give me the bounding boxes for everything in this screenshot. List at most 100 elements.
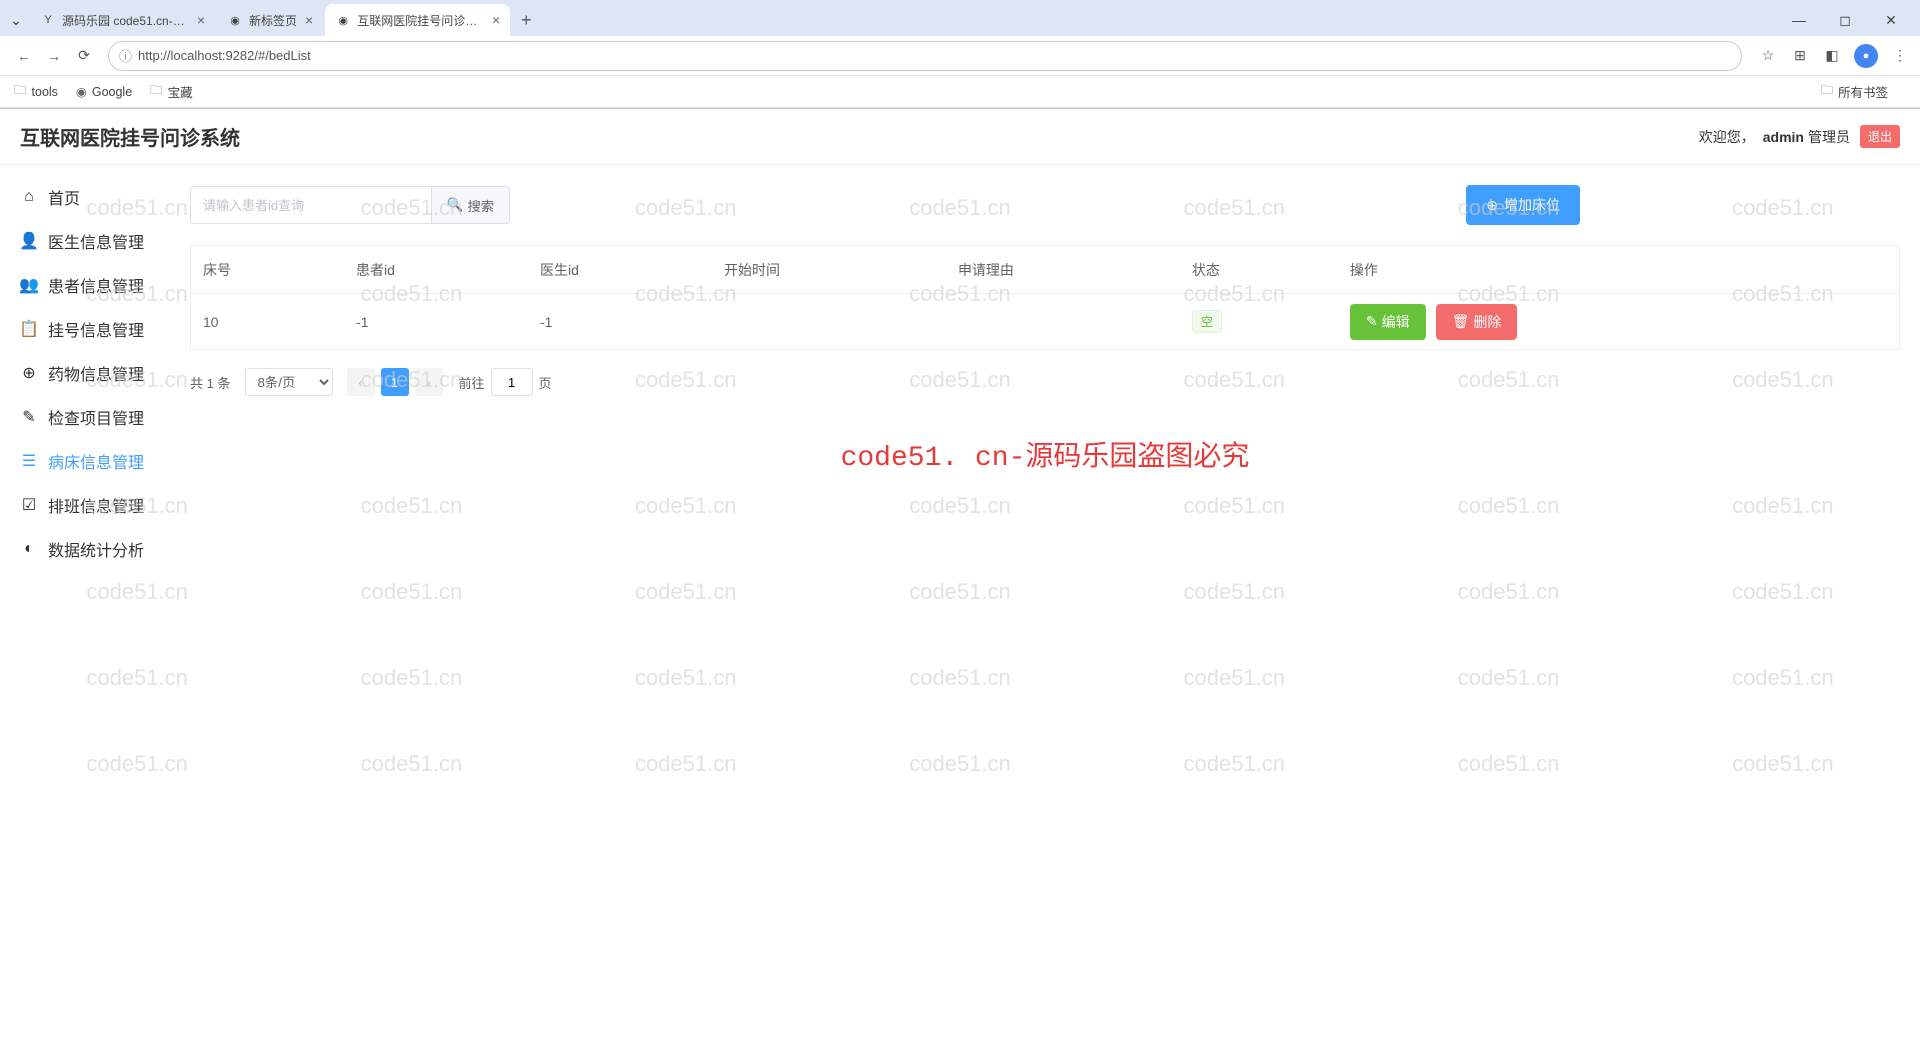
sidebar-item-schedule[interactable]: ☑排班信息管理 bbox=[0, 483, 170, 527]
profile-avatar[interactable]: ● bbox=[1854, 44, 1878, 68]
add-bed-button[interactable]: ⊕增加床位 bbox=[1466, 185, 1580, 225]
app-header: 互联网医院挂号问诊系统 欢迎您， admin 管理员 退出 bbox=[0, 109, 1920, 165]
doctor-icon: 👤 bbox=[18, 231, 40, 251]
browser-tab[interactable]: ◉ 新标签页 × bbox=[217, 4, 323, 36]
window-controls: — ◻ ✕ bbox=[1776, 4, 1914, 36]
sidebar-item-label: 首页 bbox=[48, 185, 80, 209]
next-page-button[interactable]: › bbox=[415, 368, 443, 396]
pagination: 共 1 条 8条/页 ‹ 1 › 前往 页 bbox=[190, 350, 1900, 414]
back-button[interactable]: ← bbox=[10, 42, 38, 70]
th-doctor-id: 医生id bbox=[528, 246, 712, 294]
th-reason: 申请理由 bbox=[946, 246, 1180, 294]
sidebar-item-check[interactable]: ✎ 检查项目管理 bbox=[0, 395, 170, 439]
all-bookmarks-button[interactable]: 🗀所有书签 bbox=[1820, 81, 1888, 102]
sidebar-item-doctor[interactable]: 👤 医生信息管理 bbox=[0, 219, 170, 263]
sidebar-item-home[interactable]: ⌂首页 bbox=[0, 175, 170, 219]
username: admin bbox=[1763, 129, 1804, 145]
patient-icon: 👥 bbox=[18, 275, 40, 295]
cell-start-time bbox=[712, 294, 946, 350]
url-input[interactable]: ⓘ http://localhost:9282/#/bedList bbox=[108, 41, 1742, 71]
welcome-text: 欢迎您， bbox=[1699, 127, 1755, 147]
cell-doctor-id: -1 bbox=[528, 294, 712, 350]
sidebar-item-medicine[interactable]: ⊕ 药物信息管理 bbox=[0, 351, 170, 395]
sidebar-item-register[interactable]: 📋 挂号信息管理 bbox=[0, 307, 170, 351]
edit-icon: ✎ bbox=[1366, 313, 1378, 330]
prev-page-button[interactable]: ‹ bbox=[347, 368, 375, 396]
trash-icon: 🗑 bbox=[1452, 313, 1470, 330]
cell-patient-id: -1 bbox=[344, 294, 528, 350]
extensions-icon[interactable]: ⊞ bbox=[1790, 46, 1810, 66]
star-icon[interactable]: ☆ bbox=[1758, 46, 1778, 66]
page-number-button[interactable]: 1 bbox=[381, 368, 409, 396]
cell-status: 空 bbox=[1180, 294, 1338, 350]
close-window-button[interactable]: ✕ bbox=[1868, 4, 1914, 36]
sidebar-item-label: 患者信息管理 bbox=[48, 273, 144, 297]
th-patient-id: 患者id bbox=[344, 246, 528, 294]
search-input[interactable] bbox=[191, 187, 431, 223]
folder-icon: 🗀 bbox=[150, 81, 163, 102]
forward-button[interactable]: → bbox=[40, 42, 68, 70]
cell-actions: ✎编辑 🗑删除 bbox=[1338, 294, 1900, 350]
tab-dropdown[interactable]: ⌄ bbox=[6, 10, 26, 30]
new-tab-button[interactable]: + bbox=[512, 6, 540, 34]
bed-table: 床号 患者id 医生id 开始时间 申请理由 状态 操作 10 -1 -1 bbox=[190, 245, 1900, 350]
sidebar-item-label: 医生信息管理 bbox=[48, 229, 144, 253]
bookmarks-bar: 🗀tools ◉Google 🗀宝藏 🗀所有书签 bbox=[0, 76, 1920, 108]
stats-icon: ◐ bbox=[18, 540, 40, 558]
sidebar-item-label: 病床信息管理 bbox=[48, 449, 144, 473]
sidepanel-icon[interactable]: ◧ bbox=[1822, 46, 1842, 66]
edit-button[interactable]: ✎编辑 bbox=[1350, 304, 1426, 340]
maximize-button[interactable]: ◻ bbox=[1822, 4, 1868, 36]
page-jump-input[interactable] bbox=[491, 368, 533, 396]
bookmark-item[interactable]: 🗀宝藏 bbox=[150, 81, 193, 102]
url-text: http://localhost:9282/#/bedList bbox=[138, 48, 311, 63]
check-icon: ✎ bbox=[18, 407, 40, 427]
sidebar-item-bed[interactable]: ☰病床信息管理 bbox=[0, 439, 170, 483]
globe-icon: ◉ bbox=[76, 84, 87, 99]
watermark-warning: code51. cn-源码乐园盗图必究 bbox=[190, 434, 1900, 474]
sidebar: ⌂首页 👤 医生信息管理 👥 患者信息管理 📋 挂号信息管理 ⊕ 药物信息管理 ✎ 检查项… bbox=[0, 165, 170, 1041]
favicon-icon: ◉ bbox=[227, 12, 243, 28]
tab-title: 新标签页 bbox=[249, 12, 297, 29]
browser-tab-active[interactable]: ◉ 互联网医院挂号问诊系统 × bbox=[325, 4, 510, 36]
medicine-icon: ⊕ bbox=[18, 363, 40, 383]
plus-icon: ⊕ bbox=[1486, 197, 1498, 214]
app-title: 互联网医院挂号问诊系统 bbox=[20, 122, 240, 151]
th-start-time: 开始时间 bbox=[712, 246, 946, 294]
register-icon: 📋 bbox=[18, 319, 40, 339]
sidebar-item-label: 检查项目管理 bbox=[48, 405, 144, 429]
sidebar-item-label: 药物信息管理 bbox=[48, 361, 144, 385]
cell-reason bbox=[946, 294, 1180, 350]
favicon-icon: ◉ bbox=[335, 12, 351, 28]
bookmark-item[interactable]: ◉Google bbox=[76, 84, 132, 99]
content-area: 🔍搜索 ⊕增加床位 床号 患者id 医生id 开始时间 申请理由 状态 操作 bbox=[170, 165, 1920, 1041]
close-icon[interactable]: × bbox=[492, 12, 500, 28]
search-button[interactable]: 🔍搜索 bbox=[431, 187, 509, 223]
minimize-button[interactable]: — bbox=[1776, 4, 1822, 36]
sidebar-item-stats[interactable]: ◐数据统计分析 bbox=[0, 527, 170, 571]
sidebar-item-patient[interactable]: 👥 患者信息管理 bbox=[0, 263, 170, 307]
cell-bed-no: 10 bbox=[191, 294, 345, 350]
close-icon[interactable]: × bbox=[197, 12, 205, 28]
site-info-icon[interactable]: ⓘ bbox=[119, 46, 132, 65]
menu-icon[interactable]: ⋮ bbox=[1890, 46, 1910, 66]
page-jump: 前往 页 bbox=[459, 368, 552, 396]
tab-bar: ⌄ Y 源码乐园 code51.cn-项目论文 × ◉ 新标签页 × ◉ 互联网… bbox=[0, 0, 1920, 36]
th-status: 状态 bbox=[1180, 246, 1338, 294]
reload-button[interactable]: ⟳ bbox=[70, 42, 98, 70]
browser-tab[interactable]: Y 源码乐园 code51.cn-项目论文 × bbox=[30, 4, 215, 36]
close-icon[interactable]: × bbox=[305, 12, 313, 28]
address-bar: ← → ⟳ ⓘ http://localhost:9282/#/bedList … bbox=[0, 36, 1920, 76]
tab-title: 互联网医院挂号问诊系统 bbox=[357, 12, 484, 29]
user-role: 管理员 bbox=[1808, 127, 1850, 147]
logout-button[interactable]: 退出 bbox=[1860, 125, 1900, 148]
bookmark-item[interactable]: 🗀tools bbox=[14, 81, 58, 102]
page-total: 共 1 条 bbox=[190, 373, 231, 392]
table-row: 10 -1 -1 空 ✎编辑 🗑删除 bbox=[191, 294, 1900, 350]
page-size-select[interactable]: 8条/页 bbox=[245, 368, 333, 396]
delete-button[interactable]: 🗑删除 bbox=[1436, 304, 1518, 340]
sidebar-item-label: 挂号信息管理 bbox=[48, 317, 144, 341]
tab-title: 源码乐园 code51.cn-项目论文 bbox=[62, 12, 189, 29]
th-actions: 操作 bbox=[1338, 246, 1900, 294]
search-icon: 🔍 bbox=[447, 197, 464, 213]
